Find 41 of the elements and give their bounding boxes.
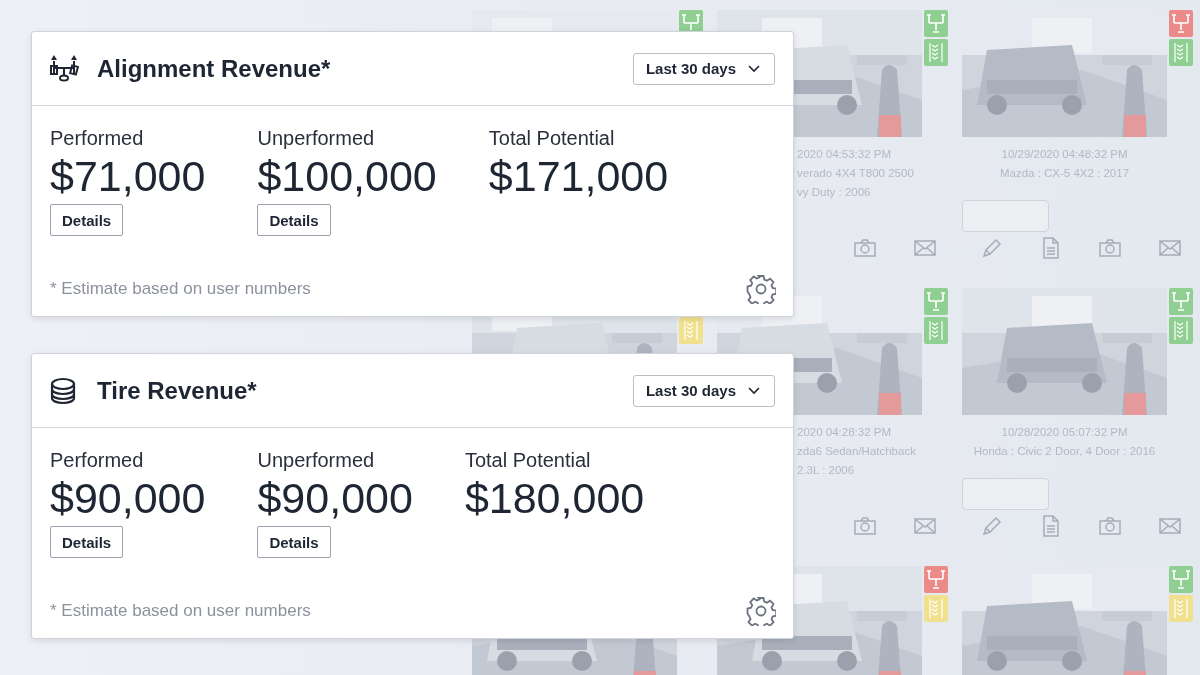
chevron-icon bbox=[748, 386, 760, 395]
envelope-icon[interactable] bbox=[914, 240, 936, 256]
metric-label: Unperformed bbox=[257, 126, 375, 150]
plate-field[interactable] bbox=[962, 478, 1049, 510]
document-icon[interactable] bbox=[1042, 237, 1060, 259]
metric-value: $90,000 bbox=[257, 473, 413, 524]
footnote: * Estimate based on user numbers bbox=[50, 601, 311, 621]
pencil-icon[interactable] bbox=[981, 237, 1003, 259]
settings-icon[interactable] bbox=[746, 596, 776, 626]
lift-icon bbox=[49, 54, 79, 83]
footnote: * Estimate based on user numbers bbox=[50, 279, 311, 299]
metric-value: $100,000 bbox=[257, 151, 437, 202]
card-title: Alignment Revenue* bbox=[97, 54, 332, 83]
camera-icon[interactable] bbox=[854, 517, 876, 535]
envelope-icon[interactable] bbox=[914, 518, 936, 534]
metric-label: Performed bbox=[50, 448, 144, 472]
metric-value: $90,000 bbox=[50, 473, 206, 524]
date-range-dropdown[interactable]: Last 30 days bbox=[632, 52, 775, 85]
metric-value: $180,000 bbox=[464, 473, 645, 524]
camera-icon[interactable] bbox=[854, 239, 876, 257]
settings-icon[interactable] bbox=[746, 274, 776, 304]
metric-value: $171,000 bbox=[488, 151, 669, 202]
chevron-icon bbox=[748, 64, 760, 73]
metric-label: Performed bbox=[50, 126, 144, 150]
details-button[interactable]: Details bbox=[257, 526, 331, 558]
metric-label: Total Potential bbox=[464, 448, 591, 472]
metric-label: Unperformed bbox=[257, 448, 375, 472]
envelope-icon[interactable] bbox=[1159, 518, 1181, 534]
details-button[interactable]: Details bbox=[257, 204, 331, 236]
metric-value: $71,000 bbox=[50, 151, 206, 202]
metric-label: Total Potential bbox=[488, 126, 615, 150]
details-button[interactable]: Details bbox=[50, 204, 124, 236]
pencil-icon[interactable] bbox=[981, 515, 1003, 537]
plate-field[interactable] bbox=[962, 200, 1049, 232]
details-button[interactable]: Details bbox=[50, 526, 124, 558]
document-icon[interactable] bbox=[1042, 515, 1060, 537]
envelope-icon[interactable] bbox=[1159, 240, 1181, 256]
card-title: Tire Revenue* bbox=[97, 376, 258, 405]
date-range-dropdown[interactable]: Last 30 days bbox=[632, 374, 775, 407]
camera-icon[interactable] bbox=[1099, 517, 1121, 535]
camera-icon[interactable] bbox=[1099, 239, 1121, 257]
